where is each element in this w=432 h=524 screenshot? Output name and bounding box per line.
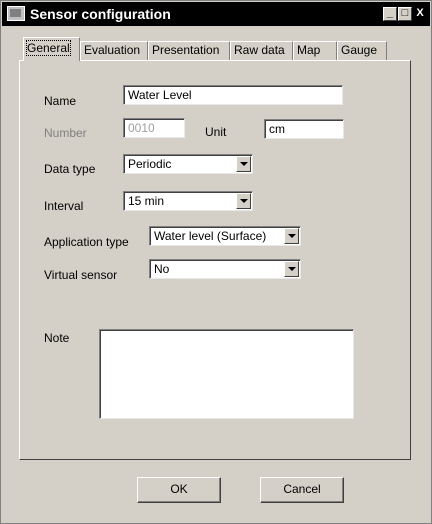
sensor-configuration-window: Sensor configuration _ □ X General Evalu… [0, 0, 432, 524]
data-type-label: Data type [44, 162, 96, 176]
number-label: Number [44, 126, 87, 140]
virtual-sensor-value: No [154, 262, 170, 276]
tab-label: Evaluation [84, 43, 141, 57]
number-input[interactable]: 0010 [123, 118, 185, 138]
interval-label: Interval [44, 199, 84, 213]
title-bar[interactable]: Sensor configuration _ □ X [2, 2, 430, 26]
application-type-label: Application type [44, 235, 129, 249]
tab-general[interactable]: General [23, 37, 80, 61]
unit-input[interactable]: cm [264, 119, 344, 139]
window-title: Sensor configuration [30, 6, 171, 22]
close-button[interactable]: X [413, 7, 427, 21]
chevron-down-icon[interactable] [236, 193, 251, 209]
chevron-down-icon[interactable] [236, 156, 251, 172]
unit-label: Unit [205, 125, 227, 139]
tab-label: Gauge [341, 43, 378, 57]
maximize-button[interactable]: □ [398, 7, 412, 21]
minimize-button[interactable]: _ [383, 7, 397, 21]
note-label: Note [44, 331, 70, 345]
ok-button[interactable]: OK [137, 477, 221, 503]
cancel-button[interactable]: Cancel [260, 477, 344, 503]
name-label: Name [44, 94, 77, 108]
tab-label: Map [297, 43, 321, 57]
interval-value: 15 min [128, 194, 165, 208]
tab-label: General [26, 40, 71, 56]
virtual-sensor-label: Virtual sensor [44, 268, 118, 282]
tab-presentation[interactable]: Presentation [148, 41, 230, 60]
tab-raw-data[interactable]: Raw data [230, 41, 293, 60]
tab-label: Presentation [152, 43, 220, 57]
chevron-down-icon[interactable] [284, 228, 299, 244]
interval-select[interactable]: 15 min [123, 191, 253, 211]
name-input[interactable]: Water Level [123, 85, 343, 105]
data-type-value: Periodic [128, 157, 172, 171]
app-icon[interactable] [7, 6, 25, 21]
virtual-sensor-select[interactable]: No [149, 259, 301, 279]
tab-map[interactable]: Map [293, 41, 337, 60]
data-type-select[interactable]: Periodic [123, 154, 253, 174]
chevron-down-icon[interactable] [284, 261, 299, 277]
tab-gauge[interactable]: Gauge [337, 41, 387, 60]
tab-evaluation[interactable]: Evaluation [80, 41, 148, 60]
tab-label: Raw data [234, 43, 285, 57]
note-textarea[interactable] [99, 329, 354, 419]
application-type-value: Water level (Surface) [154, 229, 267, 243]
application-type-select[interactable]: Water level (Surface) [149, 226, 301, 246]
